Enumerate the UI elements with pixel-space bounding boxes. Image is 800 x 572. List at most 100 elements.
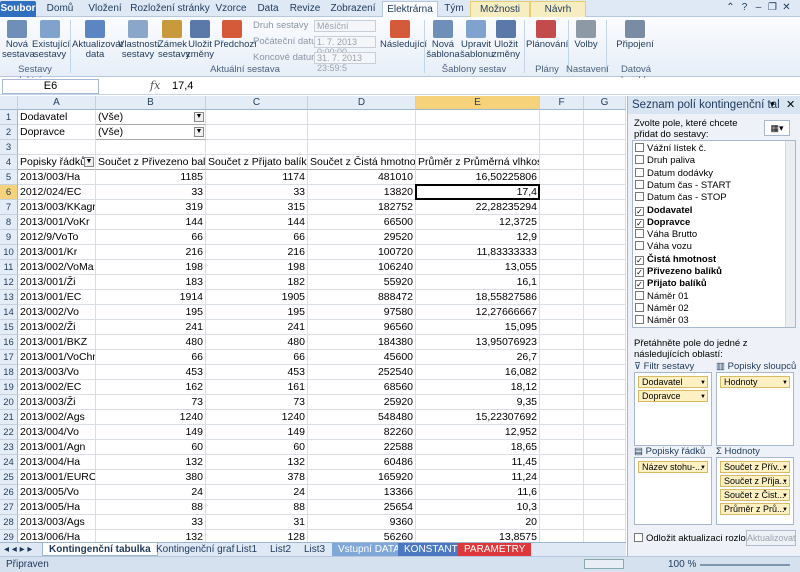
grid-cell[interactable]	[540, 215, 584, 230]
grid-cell[interactable]	[584, 125, 626, 140]
grid-cell[interactable]	[206, 110, 308, 125]
zoom-slider[interactable]	[700, 564, 790, 566]
row-label-cell[interactable]: 2013/005/Vo	[18, 485, 96, 500]
page-view-icons[interactable]	[584, 559, 624, 569]
pivot-header-cell[interactable]: Součet z Přivezeno balíků	[96, 155, 206, 170]
field-item[interactable]: Datum čas - START	[635, 179, 731, 192]
value-cell[interactable]: 480	[206, 335, 308, 350]
sheet-tab-list2[interactable]: List2	[264, 543, 297, 556]
value-cell[interactable]: 184380	[308, 335, 416, 350]
value-cell[interactable]: 132	[96, 530, 206, 542]
row-header[interactable]: 26	[0, 485, 18, 500]
grid-cell[interactable]	[540, 395, 584, 410]
value-cell[interactable]: 82260	[308, 425, 416, 440]
value-cell[interactable]: 45600	[308, 350, 416, 365]
tab-elektrarna[interactable]: Elektrárna	[382, 1, 438, 17]
save-changes-button[interactable]: Uložit změny	[186, 17, 214, 60]
row-label-cell[interactable]: 2013/001/VoChm	[18, 350, 96, 365]
grid-cell[interactable]	[416, 125, 540, 140]
grid-cell[interactable]	[18, 140, 96, 155]
value-cell[interactable]: 18,65	[416, 440, 540, 455]
grid-cell[interactable]	[584, 530, 626, 542]
value-cell[interactable]: 66	[206, 230, 308, 245]
row-header[interactable]: 3	[0, 140, 18, 155]
grid-cell[interactable]	[96, 140, 206, 155]
value-cell[interactable]: 241	[206, 320, 308, 335]
column-header[interactable]: F	[540, 96, 584, 110]
value-cell[interactable]: 13,95076923	[416, 335, 540, 350]
tab-data[interactable]: Data	[252, 1, 284, 17]
pivot-header-cell[interactable]: Součet z Čistá hmotnost	[308, 155, 416, 170]
pivot-header-cell[interactable]: Popisky řádků ▼	[18, 155, 96, 170]
grid-cell[interactable]	[416, 110, 540, 125]
row-label-cell[interactable]: 2013/001/BKZ	[18, 335, 96, 350]
row-header[interactable]: 1	[0, 110, 18, 125]
row-label-cell[interactable]: 2013/004/Ha	[18, 455, 96, 470]
tab-options[interactable]: Možnosti	[470, 1, 530, 17]
grid-cell[interactable]	[540, 185, 584, 200]
value-cell[interactable]: 13,8575	[416, 530, 540, 542]
grid-cell[interactable]	[540, 275, 584, 290]
start-date-field[interactable]: 1. 7. 2013 0:00:00	[314, 36, 376, 57]
row-label-cell[interactable]: 2013/004/Vo	[18, 425, 96, 440]
grid-cell[interactable]	[540, 200, 584, 215]
value-cell[interactable]: 56260	[308, 530, 416, 542]
row-label-cell[interactable]: 2012/9/VoTo	[18, 230, 96, 245]
filter-chip-dopravce[interactable]: Dopravce ▼	[638, 390, 708, 402]
checkbox-icon[interactable]	[635, 155, 644, 165]
row-label-cell[interactable]: 2013/003/KKagro	[18, 200, 96, 215]
value-cell[interactable]: 453	[96, 365, 206, 380]
value-chip[interactable]: Průměr z Prů... ▼	[720, 503, 790, 515]
grid-cell[interactable]	[584, 380, 626, 395]
grid-cell[interactable]	[584, 305, 626, 320]
value-cell[interactable]: 16,1	[416, 275, 540, 290]
existing-reports-button[interactable]: Existující sestavy	[32, 17, 70, 60]
sheet-tab-parametry[interactable]: PARAMETRY	[458, 543, 532, 556]
save-template-button[interactable]: Uložit změny	[492, 17, 520, 60]
sheet-tab-pivot-table[interactable]: Kontingenční tabulka	[42, 543, 158, 556]
checkbox-checked-icon[interactable]: ✓	[635, 206, 644, 216]
help-icon[interactable]: ?	[738, 2, 751, 14]
grid-cell[interactable]	[584, 395, 626, 410]
row-label-cell[interactable]: 2013/003/Ags	[18, 515, 96, 530]
row-label-cell[interactable]: 2013/001/Agn	[18, 440, 96, 455]
value-cell[interactable]: 66	[206, 350, 308, 365]
value-cell[interactable]: 216	[206, 245, 308, 260]
formula-input[interactable]: 17,4	[172, 80, 193, 92]
value-cell[interactable]: 11,6	[416, 485, 540, 500]
grid-cell[interactable]	[540, 260, 584, 275]
row-label-cell[interactable]: 2013/002/Ags	[18, 410, 96, 425]
tab-design[interactable]: Návrh	[530, 1, 586, 17]
zone-columns[interactable]: Hodnoty ▼	[716, 372, 794, 446]
value-cell[interactable]: 60486	[308, 455, 416, 470]
previous-button[interactable]: Předchozí	[214, 17, 257, 50]
grid-cell[interactable]	[540, 410, 584, 425]
grid-cell[interactable]	[540, 230, 584, 245]
value-chip[interactable]: Součet z Přív... ▼	[720, 461, 790, 473]
grid-cell[interactable]	[540, 440, 584, 455]
column-header[interactable]: D	[308, 96, 416, 110]
grid-cell[interactable]	[584, 470, 626, 485]
row-label-cell[interactable]: 2013/005/Ha	[18, 500, 96, 515]
value-cell[interactable]: 66500	[308, 215, 416, 230]
restore-icon[interactable]: ❐	[766, 2, 779, 14]
grid-cell[interactable]	[584, 230, 626, 245]
value-cell[interactable]: 182	[206, 275, 308, 290]
row-header[interactable]: 17	[0, 350, 18, 365]
grid-cell[interactable]	[584, 500, 626, 515]
name-box[interactable]: E6	[2, 79, 99, 94]
row-label-cell[interactable]: 2012/024/EC	[18, 185, 96, 200]
report-type-field[interactable]: Měsíční	[314, 20, 376, 32]
row-label-cell[interactable]: 2013/001/Kr	[18, 245, 96, 260]
value-cell[interactable]: 33	[96, 185, 206, 200]
value-cell[interactable]: 1174	[206, 170, 308, 185]
value-cell[interactable]: 198	[96, 260, 206, 275]
field-item[interactable]: Datum dodávky	[635, 167, 713, 180]
value-cell[interactable]: 13366	[308, 485, 416, 500]
row-header[interactable]: 25	[0, 470, 18, 485]
layout-options-icon[interactable]: ▦▾	[764, 120, 790, 136]
value-cell[interactable]: 195	[206, 305, 308, 320]
report-properties-button[interactable]: Vlastnosti sestavy	[118, 17, 159, 60]
row-label-cell[interactable]: 2013/002/VoMa	[18, 260, 96, 275]
grid-cell[interactable]	[540, 500, 584, 515]
